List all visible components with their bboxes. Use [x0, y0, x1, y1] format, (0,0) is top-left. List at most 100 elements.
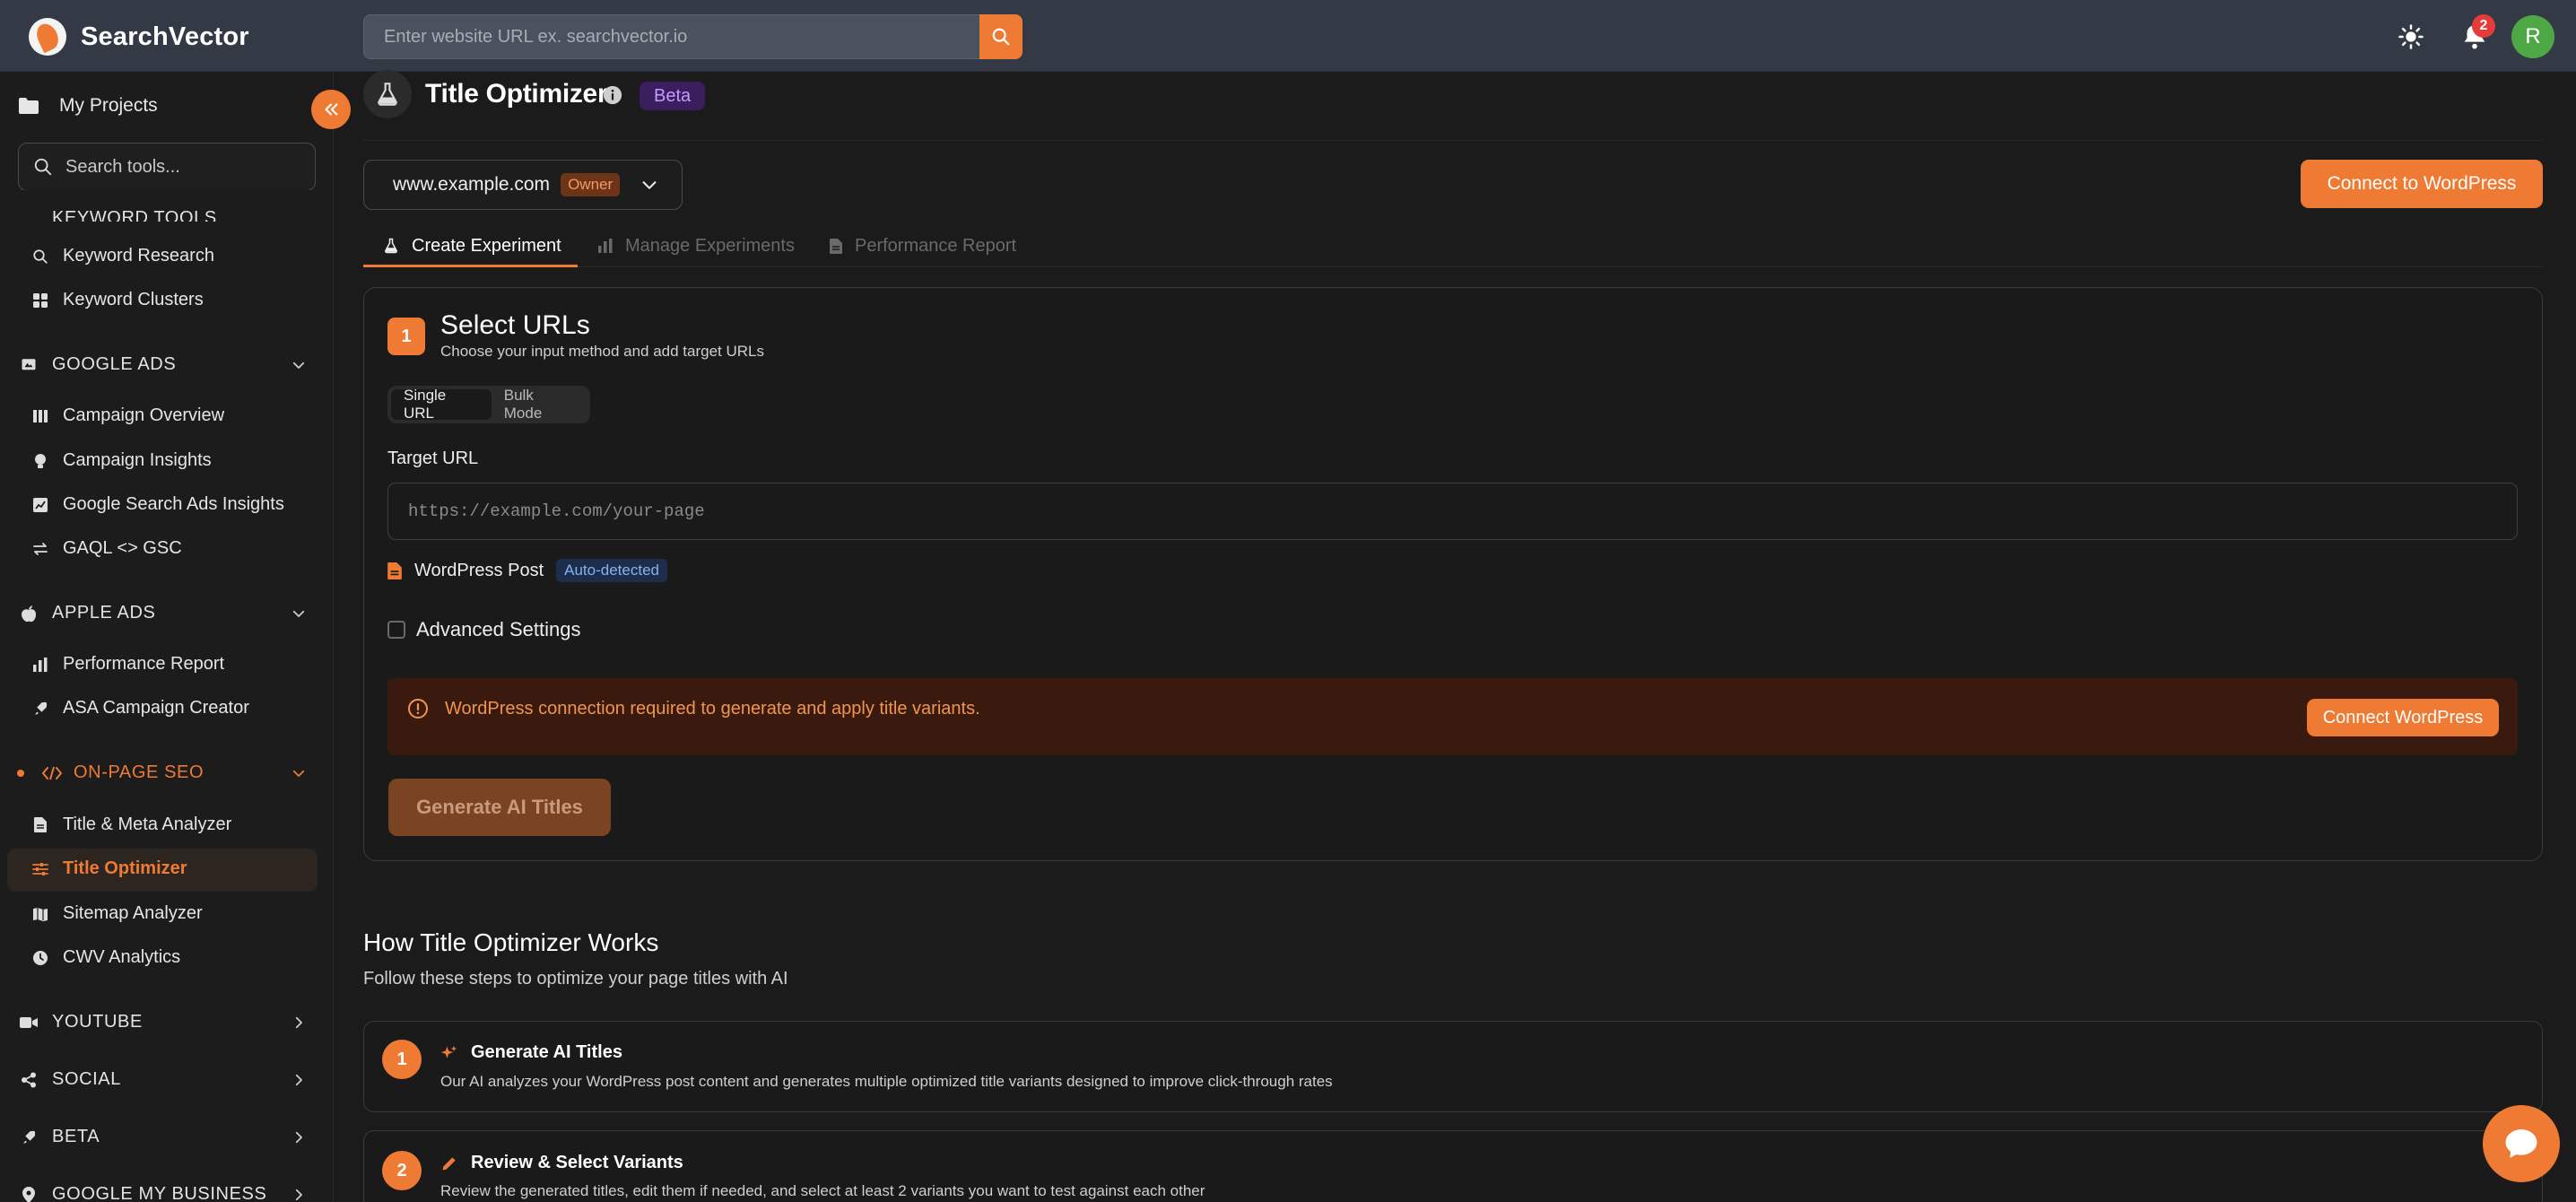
section-on-page-seo-label: ON-PAGE SEO — [74, 762, 205, 782]
sidebar-item-label: ASA Campaign Creator — [63, 698, 249, 718]
top-bar: SearchVector 2 R — [0, 0, 2576, 72]
sidebar-item-keyword-clusters[interactable]: Keyword Clusters — [32, 290, 204, 310]
sidebar — [0, 72, 334, 1202]
bar-chart-icon — [33, 657, 48, 672]
sidebar-item-title-meta-analyzer[interactable]: Title & Meta Analyzer — [32, 814, 231, 835]
chat-bubble-icon — [2505, 1129, 2537, 1158]
grid-icon — [33, 292, 48, 308]
beta-badge: Beta — [640, 82, 706, 110]
chevron-down-icon — [292, 770, 305, 777]
info-icon[interactable] — [603, 85, 622, 105]
select-urls-card — [363, 287, 2543, 861]
site-selector[interactable]: www.example.com Owner — [363, 160, 683, 210]
logo[interactable]: SearchVector — [29, 18, 249, 56]
sliders-icon — [32, 862, 48, 875]
tab-manage-experiments[interactable]: Manage Experiments — [598, 224, 795, 267]
mode-bulk[interactable]: Bulk Mode — [492, 387, 587, 422]
divider — [363, 140, 2543, 141]
sidebar-item-label: Google Search Ads Insights — [63, 494, 284, 514]
chevron-down-icon — [292, 610, 305, 617]
section-beta[interactable]: BETA — [18, 1127, 307, 1147]
connect-to-wordpress-button[interactable]: Connect to WordPress — [2301, 160, 2543, 208]
generate-ai-titles-button[interactable]: Generate AI Titles — [388, 779, 611, 836]
how-step-title-text: Generate AI Titles — [471, 1042, 622, 1062]
tab-create-experiment[interactable]: Create Experiment — [383, 224, 561, 267]
bar-chart-icon — [598, 239, 613, 253]
sidebar-my-projects[interactable]: My Projects — [18, 95, 158, 117]
how-step-description: Our AI analyzes your WordPress post cont… — [440, 1073, 1333, 1090]
apple-icon — [22, 605, 36, 622]
owner-badge: Owner — [561, 173, 621, 196]
active-tab-indicator — [363, 265, 578, 267]
input-mode-toggle: Single URL Bulk Mode — [387, 386, 590, 423]
share-icon — [22, 1072, 36, 1087]
mode-single-url[interactable]: Single URL — [391, 387, 492, 422]
sidebar-item-gaql-gsc[interactable]: GAQL <> GSC — [32, 538, 182, 559]
sparkles-icon — [440, 1045, 457, 1058]
sidebar-item-label: Keyword Research — [63, 246, 214, 266]
sidebar-item-sitemap-analyzer[interactable]: Sitemap Analyzer — [32, 903, 203, 924]
notifications-badge: 2 — [2472, 14, 2495, 38]
chevron-right-icon — [295, 1131, 302, 1143]
sidebar-item-label: Sitemap Analyzer — [63, 903, 203, 923]
app-name: SearchVector — [81, 22, 249, 51]
url-search-input[interactable] — [363, 14, 979, 59]
sidebar-search-input[interactable] — [65, 156, 299, 178]
tabs-baseline — [363, 266, 2543, 267]
section-on-page-seo[interactable]: ON-PAGE SEO — [41, 762, 307, 783]
sidebar-item-title-optimizer[interactable]: Title Optimizer — [32, 858, 187, 879]
sidebar-item-campaign-insights[interactable]: Campaign Insights — [32, 450, 212, 471]
search-icon — [33, 248, 48, 264]
sidebar-item-google-search-ads-insights[interactable]: Google Search Ads Insights — [32, 494, 284, 515]
tabs: Create Experiment Manage Experiments Per… — [363, 224, 2543, 267]
chart-box-icon — [33, 497, 48, 512]
logo-icon — [29, 18, 66, 56]
target-url-label: Target URL — [387, 449, 479, 468]
section-google-ads[interactable]: GOOGLE ADS — [18, 354, 307, 375]
chevron-right-icon — [295, 1189, 302, 1200]
card-subtitle: Choose your input method and add target … — [440, 343, 765, 360]
target-url-input[interactable] — [387, 483, 2518, 540]
sidebar-item-performance-report[interactable]: Performance Report — [32, 654, 224, 675]
chevron-down-icon — [642, 181, 657, 189]
section-youtube-label: YOUTUBE — [52, 1012, 143, 1032]
section-social[interactable]: SOCIAL — [18, 1069, 307, 1090]
sidebar-item-label: Campaign Overview — [63, 405, 225, 425]
section-google-my-business[interactable]: GOOGLE MY BUSINESS — [18, 1184, 307, 1202]
search-icon — [992, 28, 1010, 46]
chevron-right-icon — [295, 1016, 302, 1028]
chevron-down-icon — [292, 361, 305, 369]
video-camera-icon — [20, 1016, 38, 1028]
how-step-number: 2 — [382, 1151, 422, 1190]
theme-toggle-sun-icon[interactable] — [2398, 23, 2424, 50]
sidebar-item-keyword-research[interactable]: Keyword Research — [32, 246, 214, 266]
section-keyword-tools-label: KEYWORD TOOLS — [52, 208, 217, 222]
section-apple-ads[interactable]: APPLE ADS — [18, 603, 307, 623]
section-youtube[interactable]: YOUTUBE — [18, 1012, 307, 1032]
active-section-dot — [17, 770, 24, 777]
user-avatar[interactable]: R — [2511, 15, 2554, 58]
advanced-settings-checkbox[interactable] — [387, 621, 405, 639]
url-search-button[interactable] — [979, 14, 1023, 59]
sidebar-item-asa-campaign-creator[interactable]: ASA Campaign Creator — [32, 698, 249, 719]
chevron-right-icon — [295, 1074, 302, 1085]
chat-button[interactable] — [2483, 1105, 2560, 1182]
advanced-settings[interactable]: Advanced Settings — [387, 618, 580, 641]
section-google-my-business-label: GOOGLE MY BUSINESS — [52, 1184, 267, 1202]
sidebar-collapse-button[interactable] — [311, 90, 351, 129]
tab-performance-report[interactable]: Performance Report — [830, 224, 1016, 267]
pencil-icon — [442, 1156, 456, 1170]
google-ads-icon — [22, 358, 36, 370]
connect-wordpress-button[interactable]: Connect WordPress — [2307, 699, 2499, 736]
sidebar-item-label: Title & Meta Analyzer — [63, 814, 232, 834]
flask-icon — [385, 238, 397, 254]
how-step-title: Review & Select Variants — [440, 1153, 683, 1173]
search-icon — [34, 158, 52, 176]
sidebar-item-campaign-overview[interactable]: Campaign Overview — [32, 405, 224, 426]
sidebar-item-cwv-analytics[interactable]: CWV Analytics — [32, 947, 180, 968]
my-projects-label: My Projects — [59, 95, 158, 116]
how-it-works-subtitle: Follow these steps to optimize your page… — [363, 969, 788, 989]
tab-label: Performance Report — [855, 235, 1017, 256]
sidebar-item-label: GAQL <> GSC — [63, 538, 182, 558]
alert-circle-icon — [408, 699, 428, 719]
